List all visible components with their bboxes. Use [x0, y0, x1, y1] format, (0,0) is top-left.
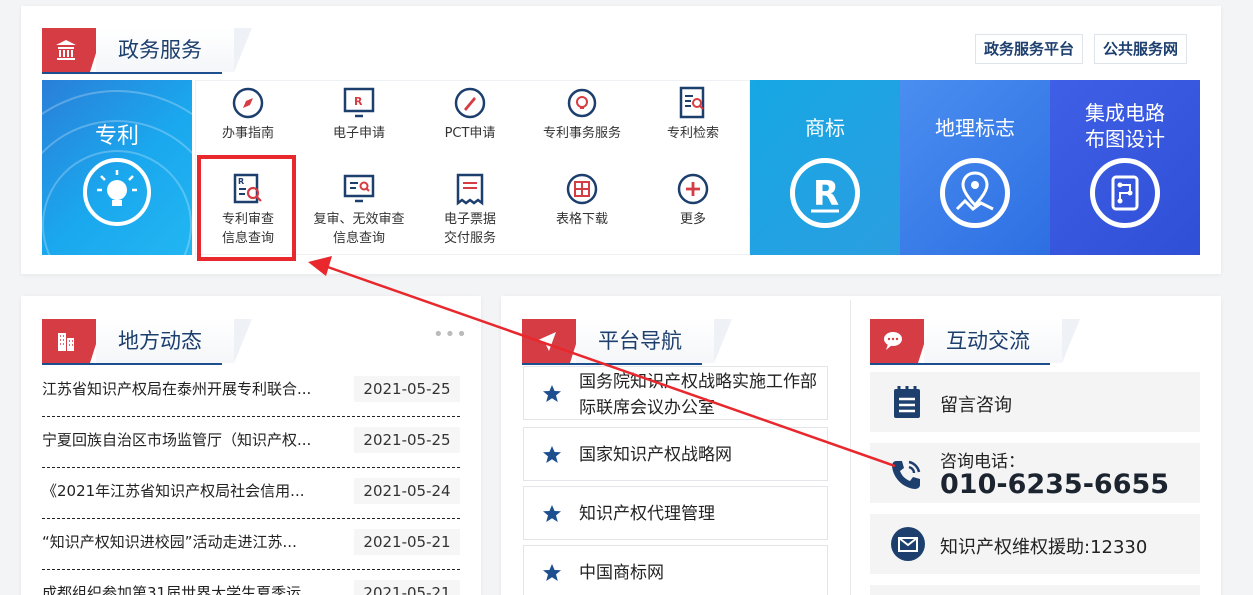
service-guide[interactable]: 办事指南	[193, 86, 303, 143]
more-dots-icon[interactable]: •••	[433, 324, 468, 345]
section-title-gov: 政务服务	[96, 28, 252, 72]
bulb-icon	[83, 158, 151, 226]
highlight-box	[197, 155, 296, 261]
star-icon	[543, 385, 561, 402]
service-e-apply[interactable]: R 电子申请	[304, 86, 414, 143]
interaction-header: 互动交流	[870, 319, 1200, 365]
news-item[interactable]: “知识产权知识进校园”活动走进江苏... 2021-05-21	[42, 519, 460, 570]
phone-icon	[892, 460, 921, 489]
bank-icon	[42, 28, 90, 72]
news-item[interactable]: 《2021年江苏省知识产权局社会信用... 2021-05-24	[42, 468, 460, 519]
building-icon	[42, 319, 90, 363]
service-search[interactable]: 专利检索	[638, 86, 748, 143]
news-item[interactable]: 江苏省知识产权局在泰州开展专利联合... 2021-05-25	[42, 366, 460, 417]
plus-circle-icon	[676, 172, 710, 206]
star-icon	[543, 564, 561, 581]
nav-item-agency[interactable]: 知识产权代理管理	[523, 486, 828, 540]
chat-icon	[870, 319, 918, 363]
public-service-link[interactable]: 公共服务网	[1094, 34, 1188, 64]
rights-assist[interactable]: 知识产权维权援助:12330	[870, 514, 1200, 574]
phone-number: 010-6235-6655	[940, 469, 1170, 500]
nav-item-trademark[interactable]: 中国商标网	[523, 545, 828, 595]
svg-text:R: R	[354, 95, 363, 108]
nav-item-strategy[interactable]: 国家知识产权战略网	[523, 427, 828, 481]
gov-platform-link[interactable]: 政务服务平台	[975, 34, 1084, 64]
notepad-icon	[894, 386, 920, 418]
local-news-header: 地方动态	[42, 319, 460, 365]
patent-title: 专利	[94, 124, 139, 149]
service-form-download[interactable]: 表格下载	[527, 172, 637, 229]
nav-item-state-council[interactable]: 国务院知识产权战略实施工作部际联席会议办公室	[523, 366, 828, 420]
paper-plane-icon	[522, 319, 570, 363]
section-title-interaction: 互动交流	[924, 319, 1080, 363]
registered-icon: R	[790, 158, 860, 228]
screen-search-icon	[342, 172, 376, 206]
receipt-icon	[453, 172, 487, 206]
consult-phone[interactable]: 咨询电话： 010-6235-6655	[870, 443, 1200, 503]
divider	[850, 300, 851, 595]
map-pin-icon	[940, 158, 1010, 228]
star-icon	[543, 446, 561, 463]
patent-block[interactable]: 专利	[42, 80, 192, 255]
globe-table-icon	[565, 172, 599, 206]
platform-nav-header: 平台导航	[522, 319, 828, 365]
service-more[interactable]: 更多	[638, 172, 748, 229]
pct-pen-icon	[453, 86, 487, 120]
compass-icon	[231, 86, 265, 120]
news-item[interactable]: 宁夏回族自治区市场监管厅（知识产权... 2021-05-25	[42, 417, 460, 468]
consult-message[interactable]: 留言咨询	[870, 372, 1200, 432]
service-reexam-query[interactable]: 复审、无效审查 信息查询	[304, 172, 414, 248]
bulb-service-icon	[565, 86, 599, 120]
interaction-extra	[870, 585, 1200, 595]
section-title-local: 地方动态	[96, 319, 252, 363]
doc-search-icon	[676, 86, 710, 120]
section-title-platform: 平台导航	[576, 319, 732, 363]
service-pct[interactable]: PCT申请	[415, 86, 525, 143]
tile-ic-layout[interactable]: 集成电路 布图设计	[1050, 80, 1200, 255]
svg-text:R: R	[813, 174, 839, 214]
star-icon	[543, 505, 561, 522]
tile-geo-indication[interactable]: 地理标志	[900, 80, 1050, 255]
news-item[interactable]: 成都组织参加第31届世界大学生夏季运... 2021-05-21	[42, 570, 460, 595]
service-affairs[interactable]: 专利事务服务	[527, 86, 637, 143]
monitor-r-icon: R	[342, 86, 376, 120]
tile-trademark[interactable]: 商标 R	[750, 80, 900, 255]
mail-icon	[891, 527, 925, 561]
service-e-invoice[interactable]: 电子票据 交付服务	[415, 172, 525, 248]
circuit-icon	[1090, 158, 1160, 228]
